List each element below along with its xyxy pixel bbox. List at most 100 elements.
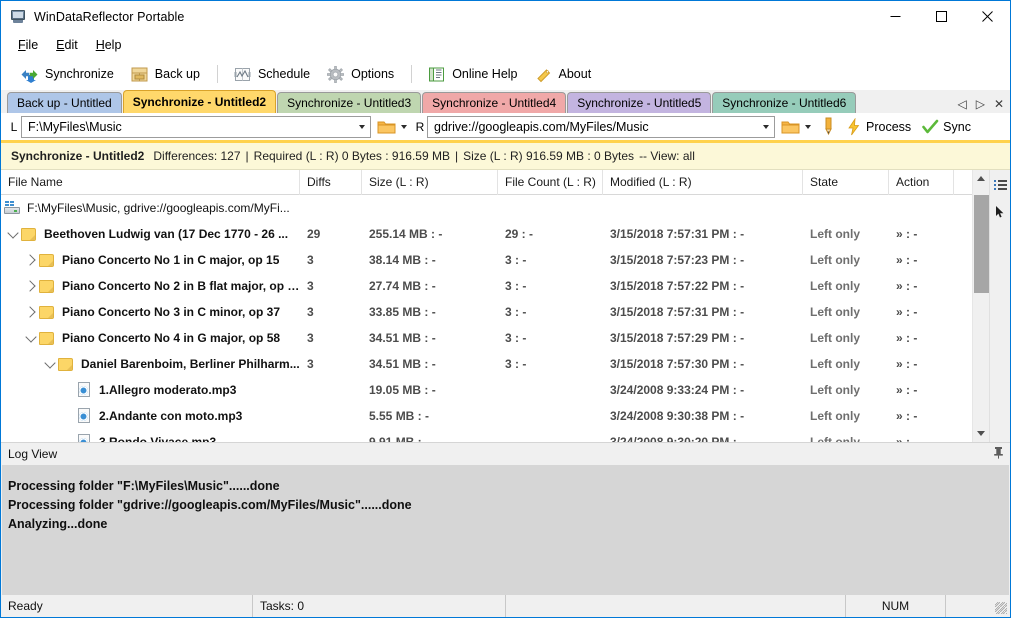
row-action-cell[interactable]: » : - xyxy=(889,351,954,377)
right-path-combo[interactable]: gdrive://googleapis.com/MyFiles/Music xyxy=(427,115,775,138)
left-path-combo[interactable]: F:\MyFiles\Music xyxy=(21,115,371,138)
left-path-chevron-down-icon[interactable] xyxy=(354,124,370,129)
tab-synchronize-untitled3[interactable]: Synchronize - Untitled3 xyxy=(277,92,422,113)
row-action-cell[interactable]: » : - xyxy=(889,403,954,429)
column-header-modified[interactable]: Modified (L : R) xyxy=(603,169,803,195)
maximize-button[interactable] xyxy=(918,1,964,32)
chevron-right-icon[interactable] xyxy=(23,254,39,266)
row-size-cell: 255.14 MB : - xyxy=(369,227,443,241)
table-row-root[interactable]: F:\MyFiles\Music, gdrive://googleapis.co… xyxy=(1,195,972,221)
minimize-button[interactable] xyxy=(872,1,918,32)
summary-required: Required (L : R) 0 Bytes : 916.59 MB xyxy=(253,149,450,163)
close-button[interactable] xyxy=(964,1,1010,32)
process-button[interactable]: Process xyxy=(842,115,915,139)
status-resize-grip[interactable] xyxy=(946,595,1010,617)
row-action-cell[interactable]: » : - xyxy=(889,429,954,442)
left-browse-button[interactable] xyxy=(377,119,407,135)
row-count-cell xyxy=(498,429,603,442)
list-vertical-scrollbar[interactable] xyxy=(972,170,989,442)
table-row[interactable]: Piano Concerto No 4 in G major, op 58 3 … xyxy=(1,325,972,351)
left-path-value[interactable]: F:\MyFiles\Music xyxy=(22,120,354,134)
row-name-cell: Daniel Barenboim, Berliner Philharm... xyxy=(1,351,300,377)
chevron-right-icon[interactable] xyxy=(23,280,39,292)
row-count-cell: 3 : - xyxy=(505,357,527,371)
row-state-cell: Left only xyxy=(810,383,860,397)
menu-edit[interactable]: Edit xyxy=(47,35,87,55)
right-path-chevron-down-icon[interactable] xyxy=(758,124,774,129)
column-header-diffs[interactable]: Diffs xyxy=(300,169,362,195)
sync-button[interactable]: Sync xyxy=(918,115,975,139)
row-diffs-cell: 3 xyxy=(307,331,314,345)
scroll-track[interactable] xyxy=(973,187,990,425)
pin-icon[interactable] xyxy=(993,446,1004,462)
pointer-icon[interactable] xyxy=(995,206,1005,221)
toolbar-schedule-button[interactable]: Schedule xyxy=(226,61,317,87)
toolbar-about-button[interactable]: About xyxy=(527,61,599,87)
row-action-cell[interactable]: » : - xyxy=(889,273,954,299)
table-row[interactable]: Daniel Barenboim, Berliner Philharm... 3… xyxy=(1,351,972,377)
chevron-down-icon[interactable] xyxy=(42,356,58,369)
row-name-cell: Piano Concerto No 4 in G major, op 58 xyxy=(1,325,300,351)
row-action-cell[interactable]: » : - xyxy=(889,325,954,351)
row-action-cell[interactable]: » : - xyxy=(889,221,954,247)
row-count-cell: 3 : - xyxy=(505,305,527,319)
column-header-file-count[interactable]: File Count (L : R) xyxy=(498,169,603,195)
table-row[interactable]: 1.Allegro moderato.mp3 19.05 MB : - 3/24… xyxy=(1,377,972,403)
row-size-cell: 33.85 MB : - xyxy=(369,305,436,319)
row-action-cell[interactable]: » : - xyxy=(889,299,954,325)
row-size-cell: 27.74 MB : - xyxy=(369,279,436,293)
table-row[interactable]: Beethoven Ludwig van (17 Dec 1770 - 26 .… xyxy=(1,221,972,247)
chevron-down-icon[interactable] xyxy=(23,330,39,343)
table-row[interactable]: Piano Concerto No 1 in C major, op 15 3 … xyxy=(1,247,972,273)
scroll-down-button[interactable] xyxy=(973,425,990,442)
chevron-right-icon[interactable] xyxy=(23,306,39,318)
table-row[interactable]: Piano Concerto No 3 in C minor, op 37 3 … xyxy=(1,299,972,325)
right-path-value[interactable]: gdrive://googleapis.com/MyFiles/Music xyxy=(428,120,758,134)
log-view-body[interactable]: Processing folder "F:\MyFiles\Music"....… xyxy=(2,465,1009,595)
table-row[interactable]: Piano Concerto No 2 in B flat major, op … xyxy=(1,273,972,299)
right-browse-button[interactable] xyxy=(781,119,811,135)
toolbar-backup-button[interactable]: Back up xyxy=(123,61,207,87)
edit-rules-button[interactable] xyxy=(817,116,839,138)
menu-help[interactable]: Help xyxy=(87,35,131,55)
sync-label: Sync xyxy=(943,119,971,134)
left-browse-chevron-down-icon[interactable] xyxy=(401,124,407,129)
toolbar-synchronize-button[interactable]: Synchronize xyxy=(13,61,121,87)
toolbar-options-button[interactable]: Options xyxy=(319,61,401,87)
scroll-up-button[interactable] xyxy=(973,170,990,187)
row-name-label: 2.Andante con moto.mp3 xyxy=(99,409,243,423)
list-view-icon[interactable] xyxy=(993,180,1007,194)
row-name-label: Beethoven Ludwig van (17 Dec 1770 - 26 .… xyxy=(44,227,289,241)
scroll-thumb[interactable] xyxy=(973,195,989,293)
column-header-size[interactable]: Size (L : R) xyxy=(362,169,498,195)
column-header-action[interactable]: Action xyxy=(889,169,954,195)
row-name-cell: 1.Allegro moderato.mp3 xyxy=(1,377,300,403)
row-action-cell[interactable]: » : - xyxy=(889,247,954,273)
tab-synchronize-untitled4[interactable]: Synchronize - Untitled4 xyxy=(422,92,567,113)
tab-synchronize-untitled2[interactable]: Synchronize - Untitled2 xyxy=(122,90,277,113)
table-row[interactable]: 2.Andante con moto.mp3 5.55 MB : - 3/24/… xyxy=(1,403,972,429)
tab-prev-icon[interactable]: ◁ xyxy=(957,97,966,111)
tab-synchronize-untitled5[interactable]: Synchronize - Untitled5 xyxy=(567,92,712,113)
file-rows[interactable]: F:\MyFiles\Music, gdrive://googleapis.co… xyxy=(1,195,972,442)
tab-backup-untitled[interactable]: Back up - Untitled xyxy=(7,92,122,113)
tab-synchronize-untitled6[interactable]: Synchronize - Untitled6 xyxy=(712,92,857,113)
column-header-file-name[interactable]: File Name xyxy=(1,169,300,195)
right-browse-chevron-down-icon[interactable] xyxy=(805,124,811,129)
chevron-down-icon[interactable] xyxy=(5,226,21,239)
drive-pair-icon xyxy=(4,201,22,215)
tab-close-icon[interactable]: ✕ xyxy=(994,97,1004,111)
toolbar-online-help-button[interactable]: Online Help xyxy=(420,61,524,87)
row-state-cell: Left only xyxy=(810,305,860,319)
row-action-cell[interactable]: » : - xyxy=(889,377,954,403)
tab-navigation: ◁ ▷ ✕ xyxy=(957,97,1004,111)
row-state-cell: Left only xyxy=(810,357,860,371)
toolbar-separator-2 xyxy=(411,65,413,83)
row-state-cell: Left only xyxy=(810,435,860,442)
table-row[interactable]: 3.Rondo Vivace.mp3 9.91 MB : - 3/24/2008… xyxy=(1,429,972,442)
root-name-cell: F:\MyFiles\Music, gdrive://googleapis.co… xyxy=(1,195,300,221)
tab-next-icon[interactable]: ▷ xyxy=(976,97,985,111)
menu-file[interactable]: File xyxy=(9,35,47,55)
column-header-state[interactable]: State xyxy=(803,169,889,195)
row-count-cell xyxy=(498,377,603,403)
